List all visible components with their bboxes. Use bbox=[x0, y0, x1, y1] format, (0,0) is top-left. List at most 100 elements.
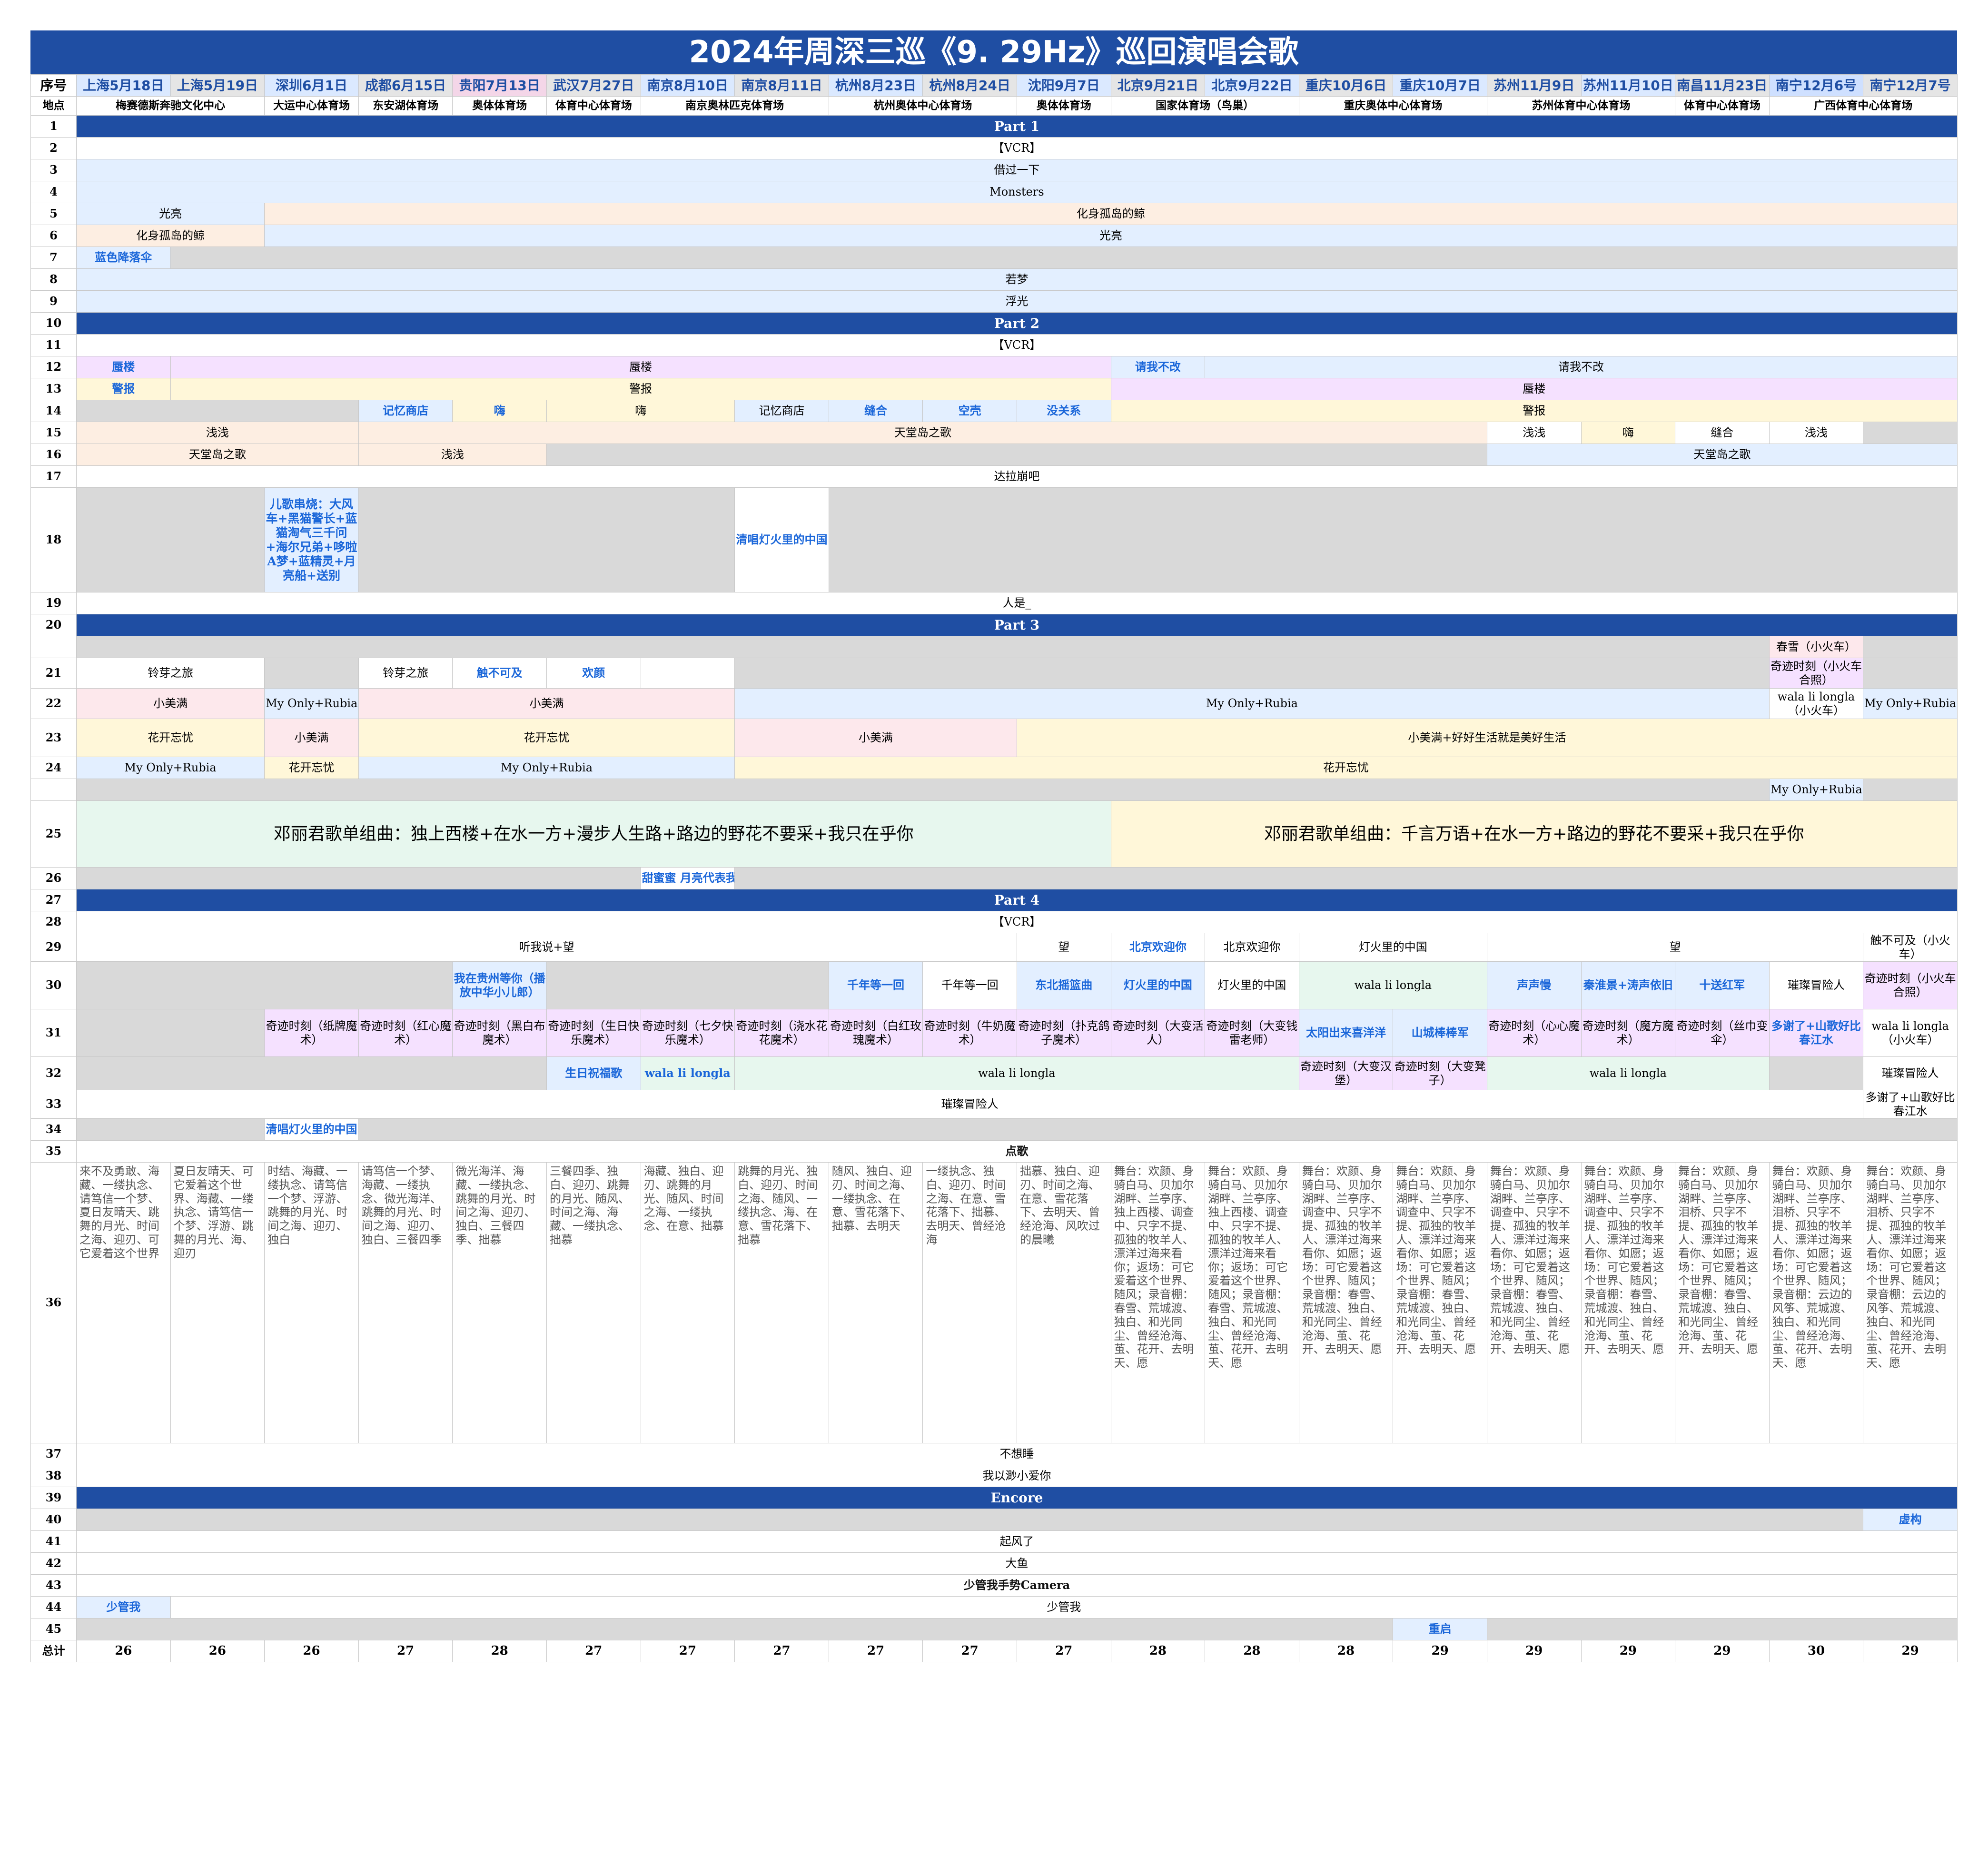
song-cell: 奇迹时刻（浇水花花魔术） bbox=[734, 1009, 829, 1057]
row-number: 34 bbox=[30, 1118, 77, 1141]
row-number: 1 bbox=[30, 115, 77, 138]
empty-cell bbox=[76, 1056, 547, 1090]
empty-cell bbox=[734, 658, 1770, 689]
setlist-row: 21 铃芽之旅 铃芽之旅 触不可及 欢颜 奇迹时刻（小火车合照） bbox=[30, 658, 1958, 689]
row-number: 9 bbox=[30, 290, 77, 313]
row-number: 44 bbox=[30, 1596, 77, 1618]
setlist-row: My Only+Rubia bbox=[30, 779, 1958, 801]
venue-name: 国家体育场（鸟巢） bbox=[1110, 96, 1299, 116]
row-number: 37 bbox=[30, 1443, 77, 1465]
song-cell: 嗨 bbox=[1581, 422, 1676, 444]
part-band: Part 3 bbox=[76, 614, 1958, 636]
concert-date: 南宁12月6号 bbox=[1769, 74, 1864, 97]
song-cell: 生日祝福歌 bbox=[546, 1056, 641, 1090]
song-cell: My Only+Rubia bbox=[1769, 779, 1864, 801]
empty-cell bbox=[264, 658, 359, 689]
song-cell: 蓝色降落伞 bbox=[76, 247, 171, 269]
row-number: 38 bbox=[30, 1465, 77, 1487]
setlist-row: 13 警报 警报 蜃楼 bbox=[30, 378, 1958, 400]
empty-cell bbox=[1486, 1618, 1958, 1640]
song-cell: 北京欢迎你 bbox=[1110, 933, 1206, 962]
setlist-row: 30 我在贵州等你（播放中华小儿郎） 千年等一回 千年等一回 东北摇篮曲 灯火里的中国 灯火… bbox=[30, 961, 1958, 1009]
setlist-row: 15 浅浅 天堂岛之歌 浅浅嗨缝合 浅浅 bbox=[30, 422, 1958, 444]
concert-date: 沈阳9月7日 bbox=[1016, 74, 1111, 97]
row-number: 31 bbox=[30, 1009, 77, 1057]
concert-date: 深圳6月1日 bbox=[264, 74, 359, 97]
row-number bbox=[30, 636, 77, 658]
song-cell: Monsters bbox=[76, 181, 1958, 203]
song-cell: 铃芽之旅 bbox=[76, 658, 265, 689]
empty-cell bbox=[734, 867, 1958, 889]
song-cell: 达拉崩吧 bbox=[76, 465, 1958, 488]
request-note: 舞台：欢颜、身骑白马、贝加尔湖畔、兰亭序、调查中、只字不提、孤独的牧羊人、漂洋过… bbox=[1581, 1162, 1676, 1443]
song-cell: 灯火里的中国 bbox=[1205, 961, 1299, 1009]
setlist-row: 41 起风了 bbox=[30, 1530, 1958, 1553]
empty-cell bbox=[76, 400, 359, 422]
setlist-row: 2 【VCR】 bbox=[30, 137, 1958, 159]
concert-date: 杭州8月24日 bbox=[922, 74, 1017, 97]
venue-name: 东安湖体育场 bbox=[358, 96, 453, 116]
row-number: 24 bbox=[30, 757, 77, 779]
song-cell: 奇迹时刻（大变钱雷老师） bbox=[1205, 1009, 1299, 1057]
song-cell: 蜃楼 bbox=[1110, 378, 1958, 400]
song-cell: 奇迹时刻（七夕快乐魔术） bbox=[640, 1009, 735, 1057]
song-total: 27 bbox=[734, 1640, 829, 1662]
song-cell: 听我说+望 bbox=[76, 933, 1017, 962]
song-cell: 望 bbox=[1016, 933, 1111, 962]
request-note: 舞台：欢颜、身骑白马、贝加尔湖畔、兰亭序、泪桥、只字不提、孤独的牧羊人、漂洋过海… bbox=[1675, 1162, 1770, 1443]
song-total: 28 bbox=[1110, 1640, 1206, 1662]
empty-cell bbox=[76, 1118, 265, 1141]
setlist-row: 19 人是_ bbox=[30, 592, 1958, 614]
setlist-row: 5 光亮 化身孤岛的鲸 bbox=[30, 203, 1958, 225]
setlist-row: 28 【VCR】 bbox=[30, 911, 1958, 933]
request-note: 请笃信一个梦、海藏、一缕执念、微光海洋、跳舞的月光、时间之海、迎刃、独白、三餐四… bbox=[358, 1162, 453, 1443]
song-cell: My Only+Rubia bbox=[734, 688, 1770, 719]
request-note: 舞台：欢颜、身骑白马、贝加尔湖畔、兰亭序、调查中、只字不提、孤独的牧羊人、漂洋过… bbox=[1393, 1162, 1487, 1443]
song-cell: 人是_ bbox=[76, 592, 1958, 614]
song-cell: 请我不改 bbox=[1205, 356, 1958, 378]
song-cell: 少管我 bbox=[170, 1596, 1958, 1618]
setlist-row: 42 大鱼 bbox=[30, 1552, 1958, 1575]
song-cell: 不想睡 bbox=[76, 1443, 1958, 1465]
setlist-row: 11 【VCR】 bbox=[30, 334, 1958, 356]
concert-date: 贵阳7月13日 bbox=[452, 74, 547, 97]
row-number: 28 bbox=[30, 911, 77, 933]
song-cell: 清唱灯火里的中国 bbox=[264, 1118, 359, 1141]
song-cell: My Only+Rubia bbox=[358, 757, 735, 779]
empty-cell bbox=[76, 867, 641, 889]
setlist-row: 44 少管我 少管我 bbox=[30, 1596, 1958, 1618]
song-cell: 光亮 bbox=[264, 225, 1958, 247]
concert-date: 北京9月22日 bbox=[1205, 74, 1299, 97]
header-row: 序号 上海5月18日 上海5月19日 深圳6月1日 成都6月15日 贵阳7月13日 武汉7月… bbox=[30, 74, 1958, 97]
row-number: 13 bbox=[30, 378, 77, 400]
setlist-row: 23 花开忘忧 小美满 花开忘忧 小美满 小美满+好好生活就是美好生活 bbox=[30, 719, 1958, 757]
song-cell: 璀璨冒险人 bbox=[1863, 1056, 1958, 1090]
request-note: 随风、独白、迎刃、时间之海、一缕执念、在意、雪花落下、拙慕、去明天 bbox=[828, 1162, 923, 1443]
venue-name: 奥体体育场 bbox=[452, 96, 547, 116]
row-number: 3 bbox=[30, 159, 77, 181]
row-number: 22 bbox=[30, 688, 77, 719]
song-cell: 奇迹时刻（白红玫瑰魔术） bbox=[828, 1009, 923, 1057]
row-number: 16 bbox=[30, 444, 77, 466]
setlist-row: 16 天堂岛之歌 浅浅 天堂岛之歌 bbox=[30, 444, 1958, 466]
song-cell: 天堂岛之歌 bbox=[76, 444, 359, 466]
venue-row: 地点 梅赛德斯奔驰文化中心 大运中心体育场 东安湖体育场 奥体体育场 体育中心体育场 南京奥… bbox=[30, 96, 1958, 116]
song-cell: 天堂岛之歌 bbox=[358, 422, 1487, 444]
empty-cell bbox=[358, 1118, 1958, 1141]
empty-cell bbox=[1863, 636, 1958, 658]
song-total: 29 bbox=[1486, 1640, 1582, 1662]
row-number: 33 bbox=[30, 1090, 77, 1119]
request-note: 一缕执念、独白、迎刃、时间之海、在意、雪花落下、拙慕、去明天、曾经沧海 bbox=[922, 1162, 1017, 1443]
song-cell: 没关系 bbox=[1016, 400, 1111, 422]
song-cell: 奇迹时刻（牛奶魔术） bbox=[922, 1009, 1017, 1057]
totals-row: 总计 26 26 26 27 28 27 27 27 27 27 27 28 28 28 29 29 29 29 30… bbox=[30, 1640, 1958, 1662]
song-cell: 声声慢 bbox=[1486, 961, 1582, 1009]
song-cell: 虚构 bbox=[1863, 1509, 1958, 1531]
song-cell: 浅浅 bbox=[76, 422, 359, 444]
row-number: 6 bbox=[30, 225, 77, 247]
song-cell: 【VCR】 bbox=[76, 911, 1958, 933]
row-number: 19 bbox=[30, 592, 77, 614]
setlist-row: 6 化身孤岛的鲸 光亮 bbox=[30, 225, 1958, 247]
venue-name: 杭州奥体中心体育场 bbox=[828, 96, 1017, 116]
setlist-row: 43 少管我手势Camera bbox=[30, 1574, 1958, 1597]
